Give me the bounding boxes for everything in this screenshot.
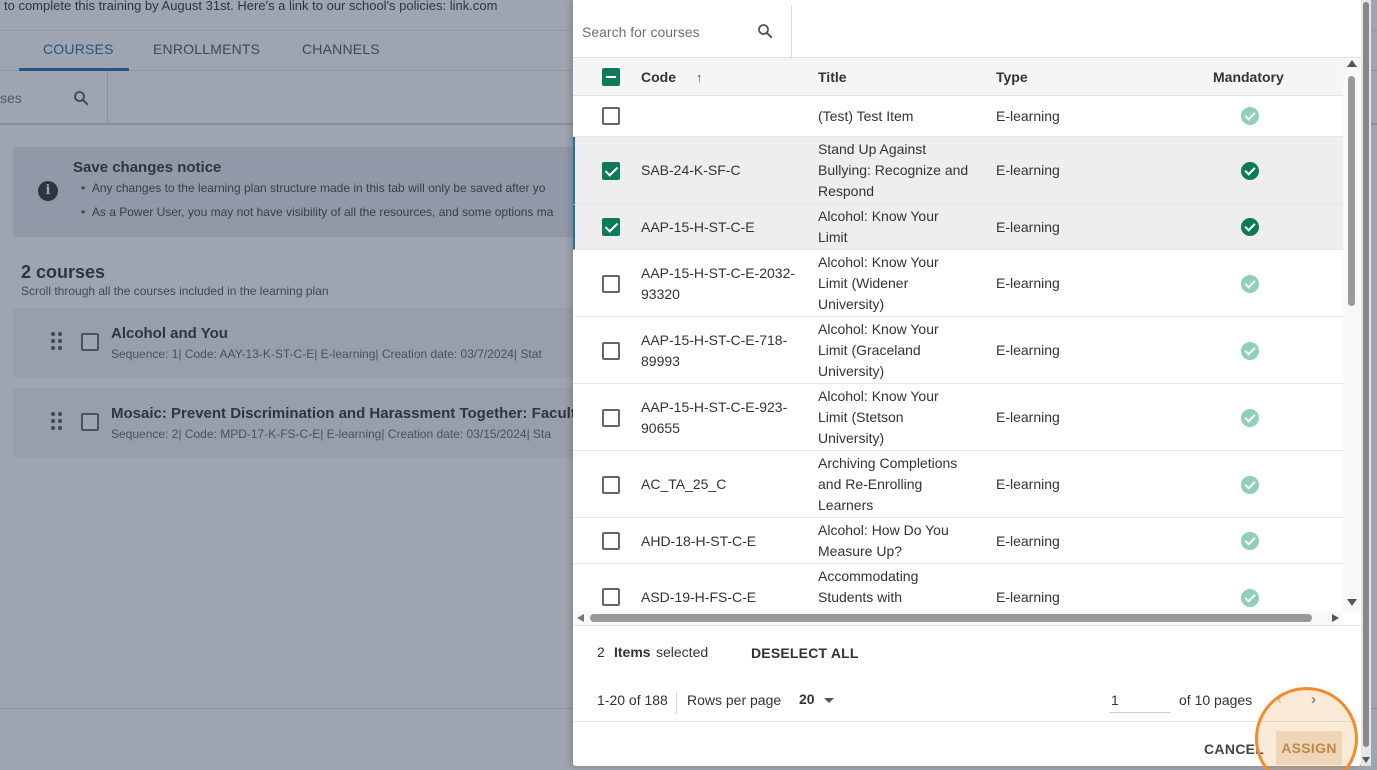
row-checkbox[interactable] [602, 588, 620, 606]
scroll-down-arrow-icon[interactable] [1347, 599, 1357, 606]
chevron-right-icon[interactable]: › [1311, 691, 1316, 708]
row-code: SAB-24-K-SF-C [641, 162, 741, 178]
mandatory-check-icon [1241, 589, 1259, 607]
pagination-range: 1-20 of 188 [597, 692, 677, 714]
column-header-title[interactable]: Title [818, 69, 847, 85]
panel-actions: CANCEL ASSIGN [573, 721, 1361, 766]
row-type: E-learning [996, 533, 1060, 549]
scroll-down-arrow-icon[interactable] [1362, 757, 1370, 763]
selection-summary: 2 Items selected DESELECT ALL [573, 625, 1361, 677]
row-title: (Test) Test Item [818, 108, 914, 124]
row-type: E-learning [996, 589, 1060, 605]
mandatory-check-icon [1241, 342, 1259, 360]
row-code: AAP-15-H-ST-C-E-718-89993 [641, 332, 788, 369]
row-type: E-learning [996, 342, 1060, 358]
selected-count: 2 [597, 644, 605, 660]
row-checkbox[interactable] [602, 275, 620, 293]
table-row[interactable]: AHD-18-H-ST-C-E Alcohol: How Do You Measu… [573, 518, 1343, 564]
table-header: Code ↑ Title Type Mandatory [573, 58, 1343, 96]
row-checkbox[interactable] [602, 532, 620, 550]
scrollbar-thumb[interactable] [590, 614, 1312, 622]
pagination: 1-20 of 188 Rows per page 20 of 10 pages… [573, 677, 1361, 721]
row-title: Alcohol: Know Your Limit [818, 208, 939, 245]
table-row[interactable]: AC_TA_25_C Archiving Completions and Re-E… [573, 451, 1343, 518]
course-search-input[interactable] [582, 21, 747, 43]
search-bar [573, 5, 1361, 58]
assign-button[interactable]: ASSIGN [1276, 731, 1342, 765]
row-code: AAP-15-H-ST-C-E-2032-93320 [641, 265, 796, 302]
table-row[interactable]: AAP-15-H-ST-C-E-2032-93320 Alcohol: Know… [573, 250, 1343, 317]
search-icon[interactable] [756, 22, 774, 40]
table-row[interactable]: AAP-15-H-ST-C-E-923-90655 Alcohol: Know … [573, 384, 1343, 451]
column-header-mandatory[interactable]: Mandatory [1213, 69, 1284, 85]
mandatory-check-icon [1241, 476, 1259, 494]
assign-courses-panel: Code ↑ Title Type Mandatory (Test) Test … [573, 0, 1361, 766]
row-title: Alcohol: Know Your Limit (Graceland Univer… [818, 321, 939, 379]
mandatory-check-icon [1241, 409, 1259, 427]
table-row[interactable]: AAP-15-H-ST-C-E Alcohol: Know Your Limit … [573, 205, 1343, 250]
row-type: E-learning [996, 162, 1060, 178]
column-header-type[interactable]: Type [996, 69, 1028, 85]
row-checkbox[interactable] [602, 476, 620, 494]
total-pages-label: of 10 pages [1179, 692, 1253, 708]
row-type: E-learning [996, 275, 1060, 291]
chevron-left-icon[interactable]: ‹ [1277, 691, 1282, 708]
row-type: E-learning [996, 409, 1060, 425]
row-checkbox[interactable] [602, 107, 620, 125]
row-title: Stand Up Against Bullying: Recognize and R… [818, 141, 969, 199]
table-row[interactable]: (Test) Test Item E-learning [573, 96, 1343, 137]
deselect-all-button[interactable]: DESELECT ALL [751, 645, 859, 661]
row-code: AAP-15-H-ST-C-E-923-90655 [641, 399, 788, 436]
selected-label: selected [656, 644, 709, 660]
row-title: Archiving Completions and Re-Enrolling Lea… [818, 455, 958, 513]
row-title: Alcohol: Know Your Limit (Stetson Universi… [818, 388, 939, 446]
selected-items-label: Items [614, 644, 651, 660]
row-code: AHD-18-H-ST-C-E [641, 533, 757, 549]
table-horizontal-scrollbar[interactable] [573, 611, 1343, 625]
scrollbar-thumb[interactable] [1348, 76, 1355, 306]
table-row[interactable]: ASD-19-H-FS-C-E Accommodating Students wi… [573, 564, 1343, 611]
row-title: Alcohol: How Do You Measure Up? [818, 522, 949, 559]
rows-per-page-select[interactable]: 20 [799, 691, 815, 707]
row-code: ASD-19-H-FS-C-E [641, 589, 757, 605]
mandatory-check-icon [1241, 218, 1259, 236]
course-search [573, 5, 792, 58]
row-title: Alcohol: Know Your Limit (Widener Universi… [818, 254, 939, 312]
column-header-code[interactable]: Code [641, 69, 676, 85]
mandatory-check-icon [1241, 275, 1259, 293]
table-vertical-scrollbar[interactable] [1343, 58, 1361, 611]
row-code: AAP-15-H-ST-C-E [641, 219, 755, 235]
panel-scrollbar[interactable] [1361, 0, 1371, 766]
row-type: E-learning [996, 476, 1060, 492]
page-number-input[interactable] [1109, 687, 1171, 713]
cancel-button[interactable]: CANCEL [1204, 741, 1264, 757]
scroll-left-arrow-icon[interactable] [577, 614, 584, 622]
row-title: Accommodating Students with [818, 568, 919, 605]
sort-ascending-icon[interactable]: ↑ [696, 70, 703, 85]
mandatory-check-icon [1241, 162, 1259, 180]
rows-per-page-label: Rows per page [687, 692, 782, 708]
scrollbar-thumb[interactable] [1363, 2, 1369, 747]
row-checkbox[interactable] [602, 162, 620, 180]
courses-table: Code ↑ Title Type Mandatory (Test) Test … [573, 58, 1343, 611]
select-all-checkbox[interactable] [602, 68, 620, 86]
row-type: E-learning [996, 219, 1060, 235]
row-code: AC_TA_25_C [641, 476, 727, 492]
row-checkbox[interactable] [602, 342, 620, 360]
mandatory-check-icon [1241, 107, 1259, 125]
scroll-right-arrow-icon[interactable] [1332, 614, 1339, 622]
table-row[interactable]: SAB-24-K-SF-C Stand Up Against Bullying: … [573, 137, 1343, 205]
table-row[interactable]: AAP-15-H-ST-C-E-718-89993 Alcohol: Know … [573, 317, 1343, 384]
caret-down-icon[interactable] [824, 698, 834, 703]
row-checkbox[interactable] [602, 409, 620, 427]
scroll-up-arrow-icon[interactable] [1347, 60, 1357, 67]
row-checkbox[interactable] [602, 218, 620, 236]
mandatory-check-icon [1241, 532, 1259, 550]
row-type: E-learning [996, 108, 1060, 124]
